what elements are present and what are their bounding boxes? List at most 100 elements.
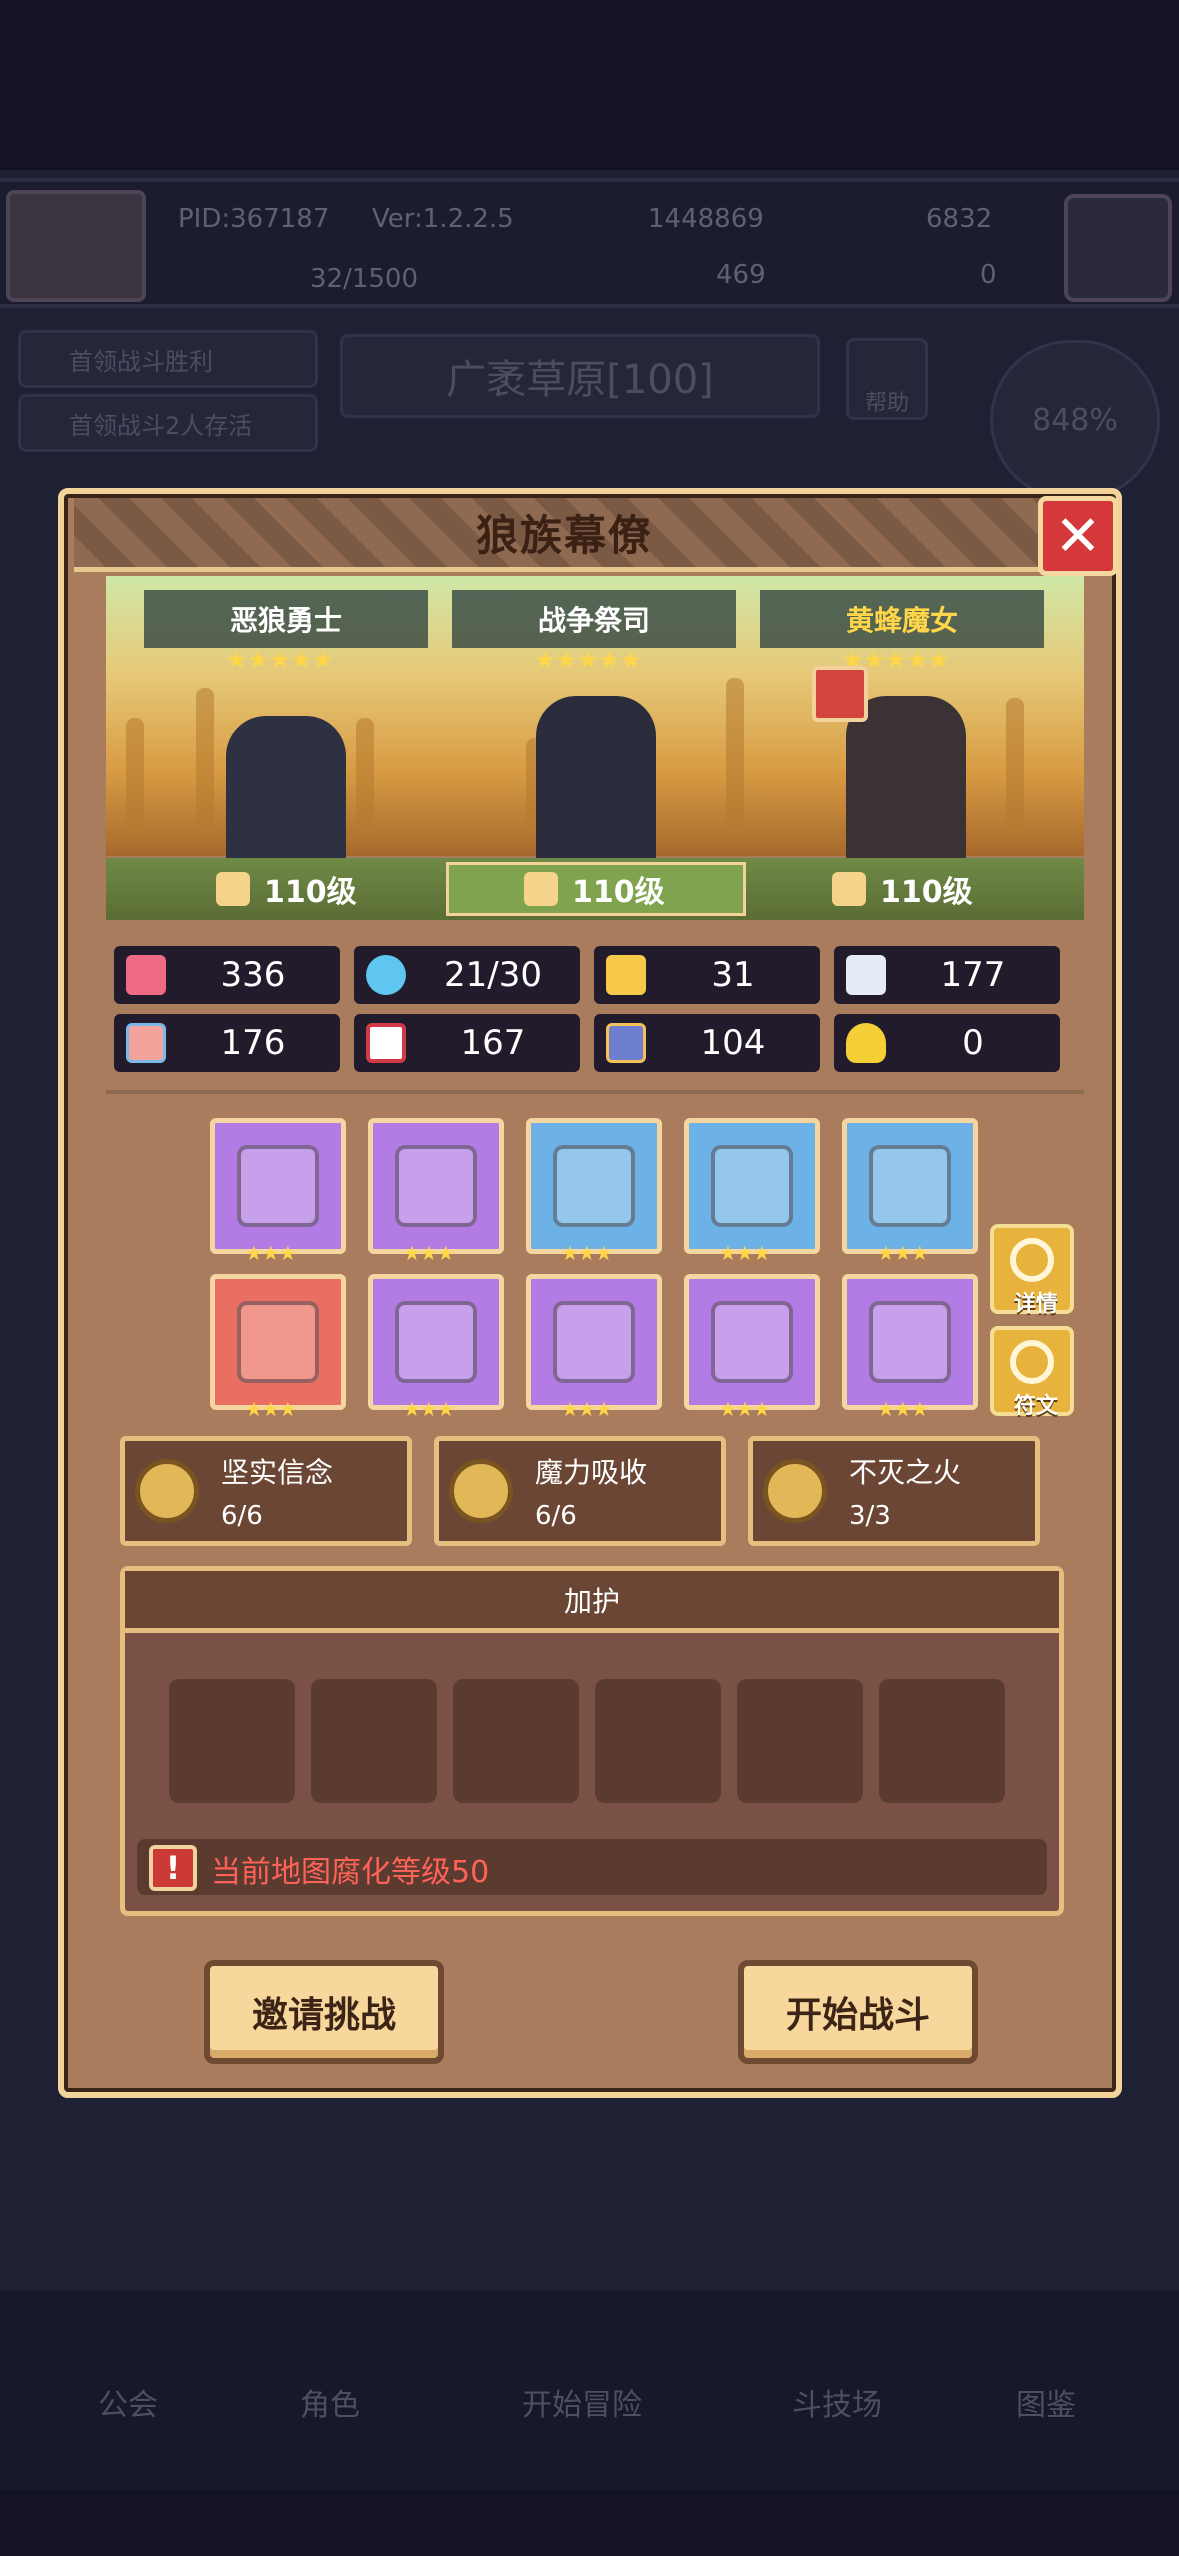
equip-shield[interactable]: ★★★ xyxy=(368,1118,504,1265)
stat-armor: 104 xyxy=(594,1014,820,1072)
axe-icon xyxy=(237,1145,319,1227)
hero-sprite-wasp-witch[interactable] xyxy=(846,696,966,876)
protection-slot-5[interactable] xyxy=(737,1679,863,1803)
book-icon xyxy=(366,1023,406,1063)
clover-amount: 469 xyxy=(716,260,766,290)
protection-title: 加护 xyxy=(125,1571,1059,1633)
hero-badge-icon xyxy=(812,666,868,722)
equip-armor[interactable]: ★★★ xyxy=(368,1274,504,1421)
stat-hp: 336 xyxy=(114,946,340,1004)
belt-icon xyxy=(711,1301,793,1383)
equip-boots[interactable]: ★★★ xyxy=(842,1274,978,1421)
set-bonus-2[interactable]: 魔力吸收 6/6 xyxy=(434,1436,726,1546)
nav-arena: 斗技场 xyxy=(792,2388,882,2423)
amulet-icon xyxy=(711,1145,793,1227)
hero-stars-1: ★★★★★ xyxy=(226,646,334,674)
stat-speed: 177 xyxy=(834,946,1060,1004)
stat-defense: 31 xyxy=(594,946,820,1004)
game-version: Ver:1.2.2.5 xyxy=(372,204,514,234)
shield-icon xyxy=(395,1145,477,1227)
protection-slot-3[interactable] xyxy=(453,1679,579,1803)
detail-button[interactable]: 详情 xyxy=(990,1224,1074,1317)
hero-name-1: 恶狼勇士 xyxy=(144,590,428,648)
protection-slot-4[interactable] xyxy=(595,1679,721,1803)
sword-class-icon xyxy=(216,872,250,906)
equip-ring[interactable]: ★★★ xyxy=(842,1118,978,1265)
protection-slot-1[interactable] xyxy=(169,1679,295,1803)
boots-icon xyxy=(869,1301,951,1383)
hero-name-2: 战争祭司 xyxy=(452,590,736,648)
equip-axe[interactable]: ★★★ xyxy=(210,1118,346,1265)
settings-gear-icon xyxy=(1064,194,1172,302)
invite-challenge-button[interactable]: 邀请挑战 xyxy=(204,1960,444,2064)
stat-magic: 167 xyxy=(354,1014,580,1072)
player-avatar xyxy=(6,190,146,302)
set-bonus-3[interactable]: 不灭之火 3/3 xyxy=(748,1436,1040,1546)
staff-class-icon xyxy=(832,872,866,906)
nav-adventure: 开始冒险 xyxy=(522,2388,642,2423)
hero-name-3: 黄蜂魔女 xyxy=(760,590,1044,648)
equip-fire-ring[interactable]: ★★★ xyxy=(210,1274,346,1421)
fist-icon xyxy=(126,1023,166,1063)
magnifier-icon xyxy=(1010,1238,1054,1282)
modal-title-bar: 狼族幕僚 xyxy=(74,498,1054,572)
heart-icon xyxy=(126,955,166,995)
rune-swap-icon xyxy=(1010,1340,1054,1384)
ring-icon xyxy=(869,1145,951,1227)
water-drop-icon xyxy=(366,955,406,995)
hero-level-1: 110级 xyxy=(264,875,357,910)
armor-icon xyxy=(395,1301,477,1383)
nav-codex: 图鉴 xyxy=(1016,2388,1076,2423)
protection-slot-6[interactable] xyxy=(879,1679,1005,1803)
hero-level-3: 110级 xyxy=(880,875,973,910)
help-button: 帮助 xyxy=(846,338,928,420)
horseshoe-icon xyxy=(846,1023,886,1063)
nav-role: 角色 xyxy=(300,2388,360,2423)
flame-coin-icon xyxy=(763,1459,827,1523)
shield-icon xyxy=(606,955,646,995)
level-bar: 110级 110级 110级 xyxy=(106,858,1084,920)
boost-percent: 848% xyxy=(990,340,1160,500)
modal-title: 狼族幕僚 xyxy=(475,511,652,560)
quest-item-2: 首领战斗2人存活 xyxy=(18,394,318,452)
top-hud: PID:367187 Ver:1.2.2.5 1448869 6832 32/1… xyxy=(0,178,1179,308)
exp-progress: 32/1500 xyxy=(310,264,419,294)
stat-luck: 0 xyxy=(834,1014,1060,1072)
hero-level-2: 110级 xyxy=(572,875,665,910)
protection-slot-2[interactable] xyxy=(311,1679,437,1803)
team-scene: 恶狼勇士 战争祭司 黄蜂魔女 ★★★★★ ★★★★★ ★★★★★ xyxy=(106,576,1084,896)
stat-attack: 176 xyxy=(114,1014,340,1072)
protection-panel: 加护 ! 当前地图腐化等级50 xyxy=(120,1566,1064,1916)
key-amount: 0 xyxy=(980,260,997,290)
shield-class-icon xyxy=(524,872,558,906)
warning-text: 当前地图腐化等级50 xyxy=(211,1855,490,1890)
gauntlet-icon xyxy=(553,1301,635,1383)
corruption-warning: ! 当前地图腐化等级50 xyxy=(137,1839,1047,1895)
start-battle-button[interactable]: 开始战斗 xyxy=(738,1960,978,2064)
nav-guild: 公会 xyxy=(98,2388,158,2423)
armor-icon xyxy=(606,1023,646,1063)
gold-amount: 1448869 xyxy=(648,204,764,234)
equip-necklace[interactable]: ★★★ xyxy=(526,1118,662,1265)
coin-icon xyxy=(135,1459,199,1523)
wing-icon xyxy=(846,955,886,995)
gem-amount: 6832 xyxy=(926,204,993,234)
hero-stars-2: ★★★★★ xyxy=(534,646,642,674)
grid-coin-icon xyxy=(449,1459,513,1523)
rune-button[interactable]: 符文 xyxy=(990,1326,1074,1419)
necklace-icon xyxy=(553,1145,635,1227)
equip-gem-amulet[interactable]: ★★★ xyxy=(684,1118,820,1265)
hero-sprite-war-priest[interactable] xyxy=(536,696,656,876)
quest-item-1: 首领战斗胜利 xyxy=(18,330,318,388)
close-button[interactable]: ✕ xyxy=(1038,496,1118,576)
equip-belt[interactable]: ★★★ xyxy=(684,1274,820,1421)
map-name-banner: 广袤草原[100] xyxy=(340,334,820,418)
stat-mana: 21/30 xyxy=(354,946,580,1004)
player-id: PID:367187 xyxy=(178,204,330,234)
exclamation-icon: ! xyxy=(149,1845,197,1891)
equip-gauntlet[interactable]: ★★★ xyxy=(526,1274,662,1421)
fire-ring-icon xyxy=(237,1301,319,1383)
set-bonus-1[interactable]: 坚实信念 6/6 xyxy=(120,1436,412,1546)
team-detail-modal: 狼族幕僚 ✕ 恶狼勇士 战争祭司 黄蜂魔女 ★★★★★ ★★★★★ ★★★★★ … xyxy=(58,488,1122,2098)
stats-divider xyxy=(106,1090,1084,1094)
